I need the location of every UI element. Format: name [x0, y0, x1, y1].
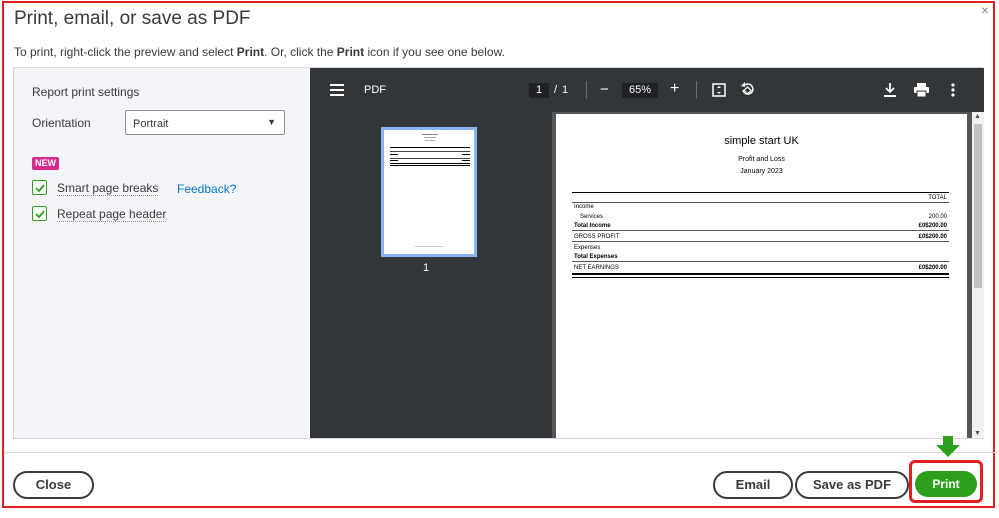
new-badge: NEW — [32, 157, 59, 170]
report-company: simple start UK — [724, 135, 799, 147]
toolbar-divider — [586, 81, 587, 99]
thumbnail-preview — [390, 134, 470, 247]
pdf-page-area[interactable]: simple start UK Profit and Loss January … — [552, 112, 984, 438]
report-period: January 2023 — [740, 168, 783, 175]
dialog-content: Report print settings Orientation Portra… — [13, 67, 984, 439]
zoom-input[interactable]: 65% — [622, 83, 658, 98]
table-row: Income — [574, 204, 594, 210]
print-button-highlight: Print — [909, 460, 983, 503]
smart-page-breaks-checkbox[interactable] — [32, 180, 47, 195]
pdf-viewer: PDF 1 / 1 − 65% + 1 simple start UK Prof… — [310, 68, 984, 438]
print-icon[interactable] — [914, 83, 929, 97]
scroll-thumb[interactable] — [974, 124, 982, 288]
thumbnail-sidebar: 1 — [310, 112, 552, 438]
footer-divider — [4, 452, 997, 453]
table-row: Total Expenses — [572, 252, 949, 262]
print-settings-panel: Report print settings Orientation Portra… — [14, 68, 309, 438]
repeat-page-header-label[interactable]: Repeat page header — [57, 207, 167, 222]
feedback-link[interactable]: Feedback? — [177, 182, 236, 196]
orientation-select[interactable]: Portrait ▼ — [125, 110, 285, 135]
fit-page-icon[interactable] — [712, 83, 726, 97]
pdf-page: simple start UK Profit and Loss January … — [556, 114, 967, 438]
print-button[interactable]: Print — [915, 471, 977, 497]
menu-icon[interactable] — [330, 84, 344, 96]
smart-page-breaks-label[interactable]: Smart page breaks — [57, 181, 159, 196]
email-button[interactable]: Email — [713, 471, 793, 499]
orientation-label: Orientation — [32, 116, 91, 130]
page-thumbnail[interactable] — [381, 127, 477, 257]
toolbar-divider — [696, 81, 697, 99]
total-pages: 1 — [562, 84, 569, 96]
repeat-page-header-checkbox[interactable] — [32, 206, 47, 221]
pdf-title: PDF — [364, 84, 386, 96]
zoom-in-button[interactable]: + — [670, 80, 679, 98]
save-as-pdf-button[interactable]: Save as PDF — [795, 471, 909, 499]
rotate-icon[interactable] — [740, 82, 755, 97]
page-number-input[interactable]: 1 — [529, 83, 549, 98]
report-double-rule — [572, 273, 949, 275]
page-scrollbar[interactable]: ▲ ▼ — [972, 112, 984, 438]
checkmark-icon — [35, 210, 45, 219]
print-dialog: × Print, email, or save as PDF To print,… — [2, 1, 997, 508]
instruction-text: To print, right-click the preview and se… — [14, 45, 505, 59]
pdf-toolbar: PDF 1 / 1 − 65% + — [310, 68, 984, 112]
report-double-rule — [572, 277, 949, 278]
settings-heading: Report print settings — [32, 85, 140, 99]
download-icon[interactable] — [884, 83, 896, 97]
table-row: GROSS PROFIT £0$200.00 — [572, 234, 949, 242]
scroll-down-icon[interactable]: ▼ — [974, 430, 981, 437]
page-separator: / — [554, 84, 558, 96]
more-options-icon[interactable] — [951, 83, 955, 97]
dialog-title: Print, email, or save as PDF — [14, 8, 251, 29]
thumbnail-page-number: 1 — [423, 262, 430, 274]
table-row: NET EARNINGS £0$200.00 — [574, 265, 947, 271]
close-icon[interactable]: × — [981, 3, 989, 17]
checkmark-icon — [35, 184, 45, 193]
table-row: Total Income £0$200.00 — [572, 223, 949, 231]
scroll-up-icon[interactable]: ▲ — [974, 113, 981, 120]
arrow-down-icon — [936, 436, 960, 457]
close-button[interactable]: Close — [13, 471, 94, 499]
chevron-down-icon: ▼ — [267, 117, 276, 127]
report-title: Profit and Loss — [738, 156, 785, 163]
orientation-value: Portrait — [133, 118, 169, 130]
zoom-out-button[interactable]: − — [600, 81, 609, 98]
